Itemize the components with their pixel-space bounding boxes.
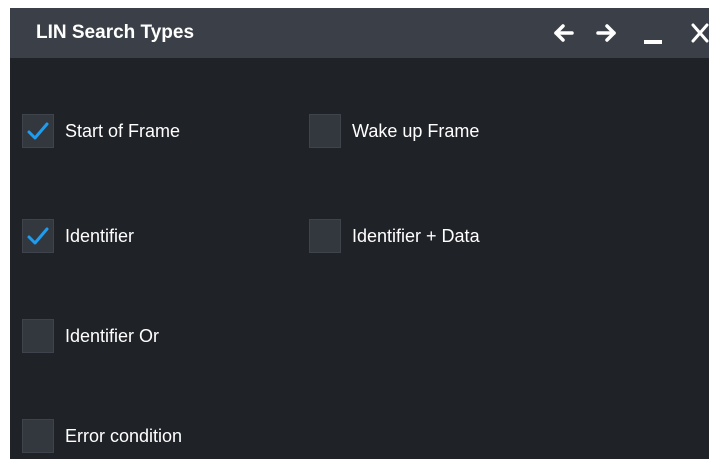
checkbox[interactable] [309, 114, 341, 148]
arrow-left-icon [554, 24, 574, 42]
checkbox[interactable] [22, 219, 54, 253]
checkbox[interactable] [22, 319, 54, 353]
option-label: Identifier + Data [352, 226, 480, 246]
checkbox[interactable] [22, 419, 54, 453]
title-bar: LIN Search Types [10, 8, 709, 58]
option-label: Wake up Frame [352, 121, 480, 141]
checkmark-icon [27, 227, 49, 245]
close-icon [691, 23, 709, 43]
back-button[interactable] [548, 18, 580, 48]
lin-search-types-dialog: LIN Search Types Start of Frame Wake up … [10, 8, 709, 459]
minimize-icon [644, 40, 662, 44]
arrow-right-icon [596, 24, 616, 42]
close-button[interactable] [687, 18, 709, 48]
option-label: Identifier [65, 226, 135, 246]
checkbox[interactable] [309, 219, 341, 253]
minimize-button[interactable] [638, 18, 670, 48]
checkbox[interactable] [22, 114, 54, 148]
option-label: Identifier Or [65, 326, 160, 346]
checkmark-icon [27, 122, 49, 140]
forward-button[interactable] [590, 18, 622, 48]
dialog-title: LIN Search Types [36, 22, 195, 43]
option-label: Error condition [65, 426, 183, 446]
option-label: Start of Frame [65, 121, 181, 141]
